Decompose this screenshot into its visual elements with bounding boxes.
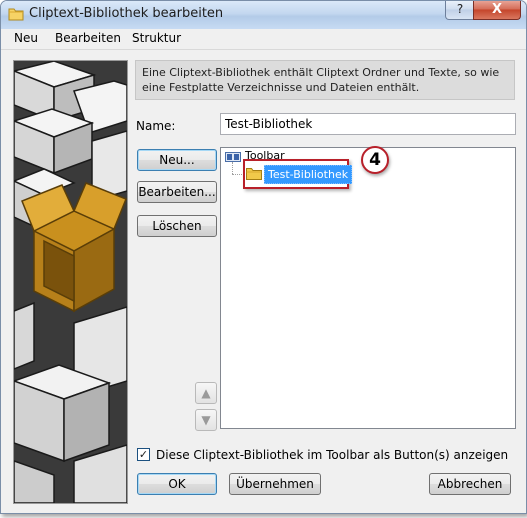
apply-button-label: Übernehmen: [236, 477, 314, 491]
dialog-window: Cliptext-Bibliothek bearbeiten ? X Neu B…: [0, 0, 527, 514]
folder-icon: [8, 8, 24, 21]
name-input[interactable]: [220, 113, 516, 135]
show-as-button-label: Diese Cliptext-Bibliothek im Toolbar als…: [156, 448, 509, 462]
delete-button[interactable]: Löschen: [137, 215, 217, 237]
window-title: Cliptext-Bibliothek bearbeiten: [29, 6, 224, 21]
toolbar-icon: [225, 152, 241, 162]
new-button[interactable]: Neu...: [137, 149, 217, 171]
folder-icon: [246, 168, 262, 180]
close-button[interactable]: X: [473, 1, 521, 20]
arrow-up-icon: ▲: [201, 386, 211, 400]
apply-button[interactable]: Übernehmen: [229, 473, 321, 495]
move-down-button[interactable]: ▼: [195, 409, 217, 431]
tree-connector: [232, 162, 233, 174]
menu-item-struktur[interactable]: Struktur: [132, 31, 181, 45]
delete-button-label: Löschen: [152, 219, 202, 233]
library-tree[interactable]: [220, 147, 516, 429]
menu-item-neu[interactable]: Neu: [14, 31, 38, 45]
show-as-button-checkbox[interactable]: ✓: [137, 448, 150, 461]
cancel-button[interactable]: Abbrechen: [429, 473, 511, 495]
name-label: Name:: [136, 119, 176, 133]
step-number-badge: 4: [361, 146, 389, 174]
tree-node-test-bibliothek[interactable]: Test-Bibliothek: [264, 165, 353, 184]
ok-button[interactable]: OK: [137, 473, 217, 495]
boxes-banner-image: [13, 60, 128, 504]
menu-item-bearbeiten[interactable]: Bearbeiten: [55, 31, 121, 45]
cancel-button-label: Abbrechen: [437, 477, 503, 491]
new-button-label: Neu...: [159, 153, 195, 167]
title-bar[interactable]: Cliptext-Bibliothek bearbeiten ? X: [1, 1, 526, 29]
help-button[interactable]: ?: [445, 1, 475, 20]
arrow-down-icon: ▼: [201, 413, 211, 427]
edit-button-label: Bearbeiten...: [138, 185, 216, 199]
edit-button[interactable]: Bearbeiten...: [137, 181, 217, 203]
move-up-button[interactable]: ▲: [195, 382, 217, 404]
description-box: Eine Cliptext-Bibliothek enthält Cliptex…: [135, 60, 515, 100]
ok-button-label: OK: [168, 477, 186, 491]
